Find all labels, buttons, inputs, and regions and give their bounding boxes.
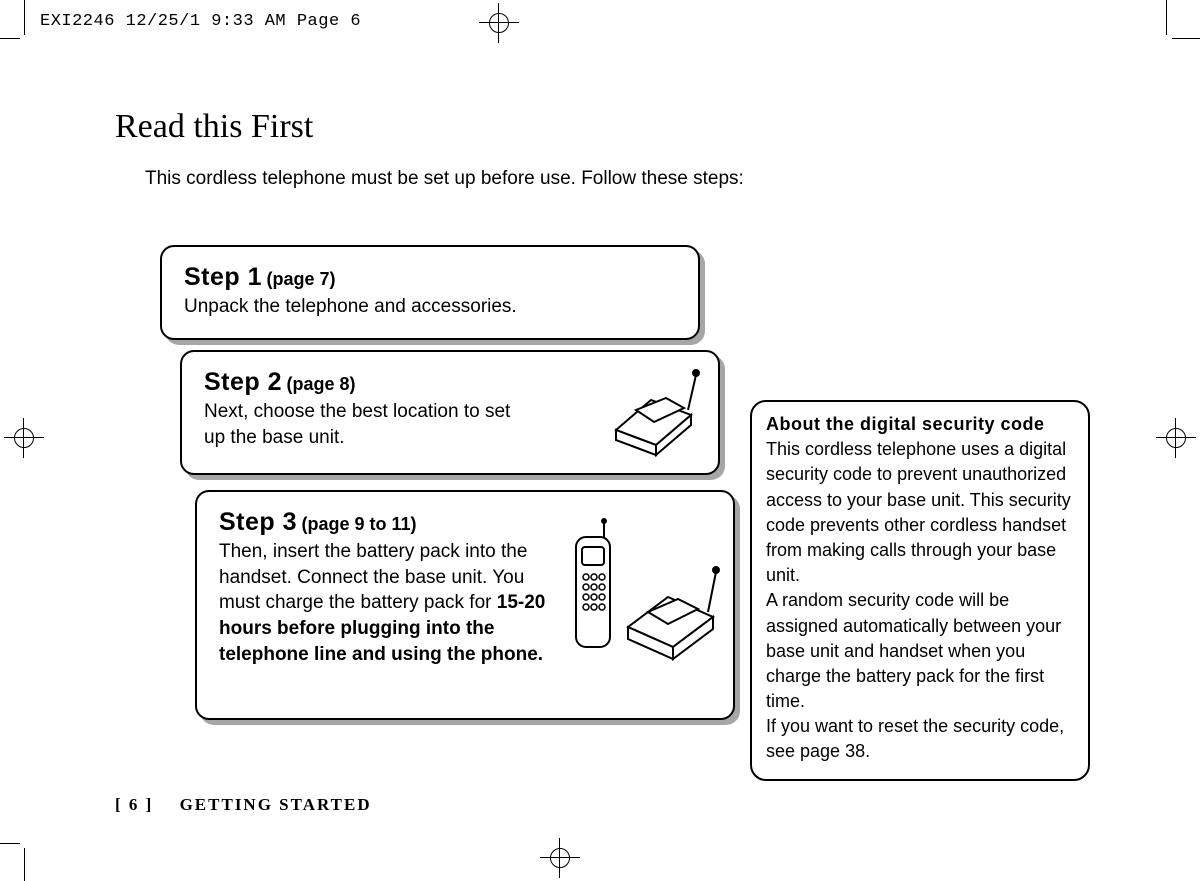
base-unit-illustration-icon xyxy=(596,360,706,470)
registration-mark-icon xyxy=(540,838,580,878)
sidebar-paragraph-1: This cordless telephone uses a digital s… xyxy=(766,437,1074,588)
step-3-number: Step 3 xyxy=(219,508,297,536)
page-number: [ 6 ] xyxy=(115,795,153,814)
page-title: Read this First xyxy=(115,108,313,146)
page-root: EXI2246 12/25/1 9:33 AM Page 6 Read this… xyxy=(0,0,1200,881)
print-header: EXI2246 12/25/1 9:33 AM Page 6 xyxy=(40,12,361,31)
security-code-sidebar: About the digital security code This cor… xyxy=(750,400,1090,781)
sidebar-paragraph-3: If you want to reset the security code, … xyxy=(766,714,1074,764)
step-3-page-ref: (page 9 to 11) xyxy=(301,514,416,534)
registration-mark-icon xyxy=(1156,418,1196,458)
crop-mark xyxy=(0,843,20,844)
step-3-body-plain: Then, insert the battery pack into the h… xyxy=(219,541,527,613)
registration-mark-icon xyxy=(4,418,44,458)
crop-mark xyxy=(24,0,25,35)
step-1-number: Step 1 xyxy=(184,263,262,291)
step-3-box: Step 3 (page 9 to 11) Then, insert the b… xyxy=(195,490,735,720)
step-1-box: Step 1 (page 7) Unpack the telephone and… xyxy=(160,245,700,340)
step-2-page-ref: (page 8) xyxy=(286,374,355,394)
crop-mark xyxy=(1172,38,1200,39)
handset-and-base-illustration-icon xyxy=(558,517,723,692)
step-2-box: Step 2 (page 8) Next, choose the best lo… xyxy=(180,350,720,475)
crop-mark xyxy=(1166,0,1167,35)
step-3-body: Then, insert the battery pack into the h… xyxy=(219,539,559,667)
crop-mark xyxy=(24,848,25,881)
sidebar-paragraph-2: A random security code will be assigned … xyxy=(766,588,1074,714)
sidebar-title: About the digital security code xyxy=(766,412,1074,437)
intro-text: This cordless telephone must be set up b… xyxy=(145,168,744,190)
step-2-number: Step 2 xyxy=(204,368,282,396)
crop-mark xyxy=(0,38,20,39)
step-1-heading: Step 1 (page 7) xyxy=(184,263,676,292)
step-2-body: Next, choose the best location to set up… xyxy=(204,399,524,450)
step-1-body: Unpack the telephone and accessories. xyxy=(184,294,676,320)
section-name: GETTING STARTED xyxy=(180,795,372,814)
registration-mark-icon xyxy=(479,3,519,43)
page-footer: [ 6 ] GETTING STARTED xyxy=(115,795,372,815)
step-1-page-ref: (page 7) xyxy=(266,269,335,289)
